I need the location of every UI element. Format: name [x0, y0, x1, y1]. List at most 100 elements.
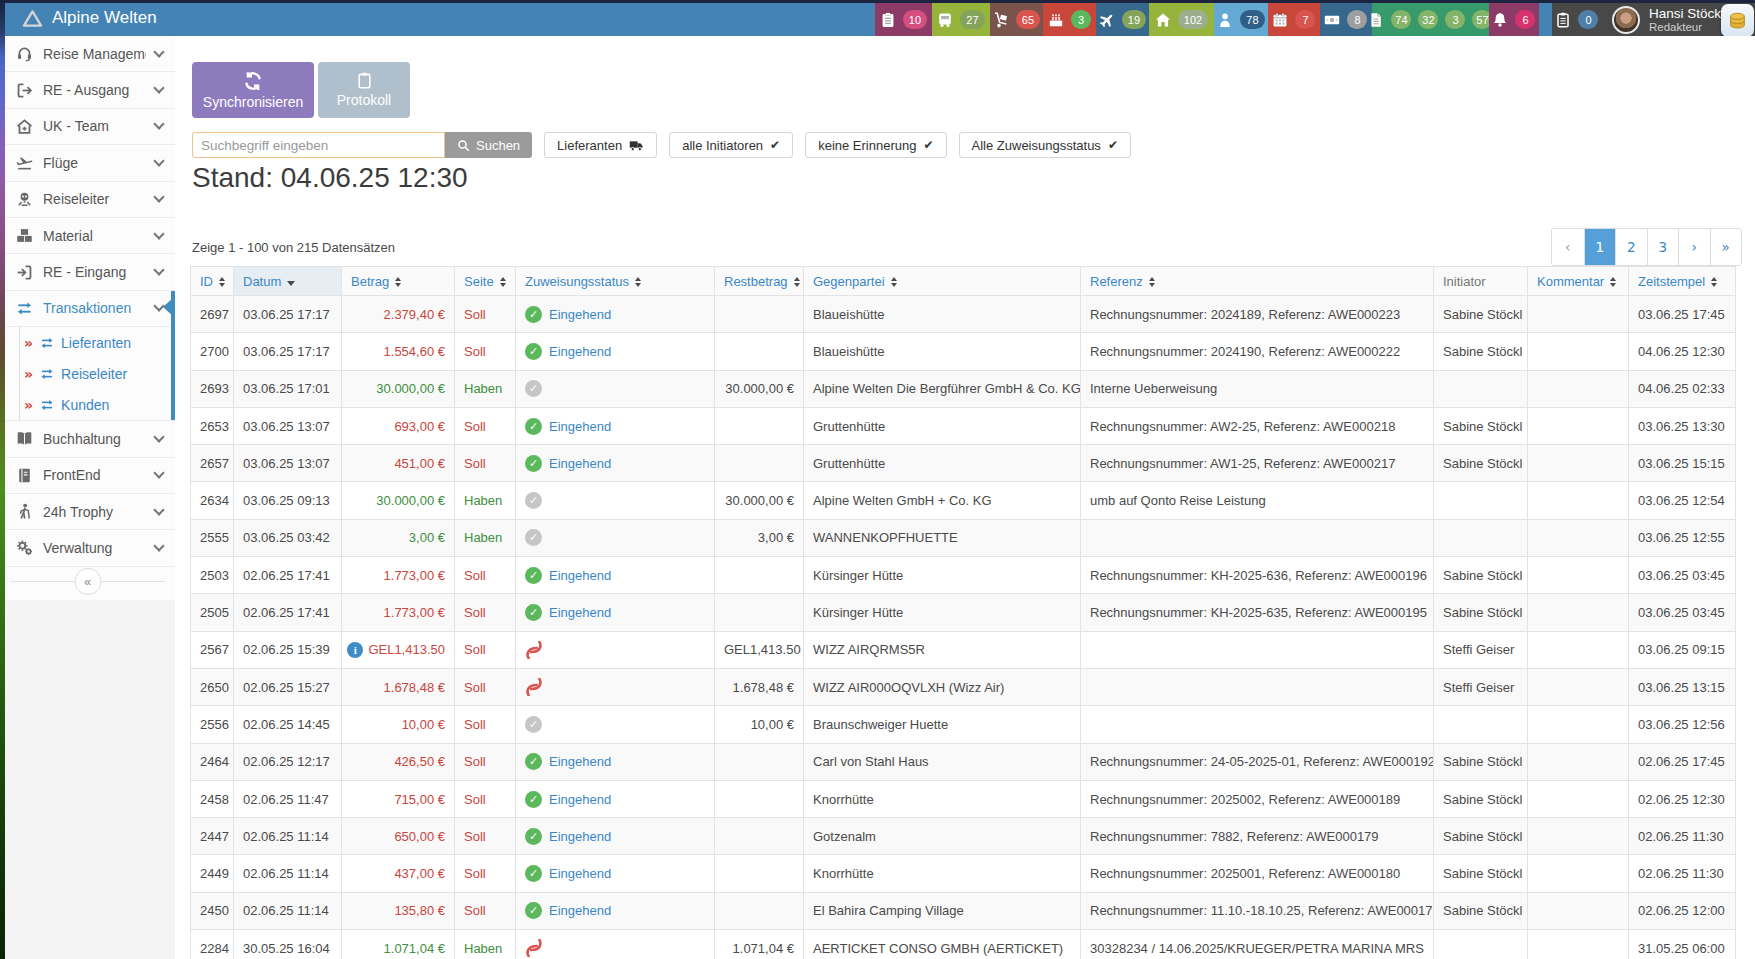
- table-row[interactable]: 2657 03.06.25 13:07 451,00 € Soll ✓Einge…: [191, 445, 1736, 482]
- sidebar-item-frontend[interactable]: FrontEnd: [0, 458, 175, 494]
- search-button[interactable]: Suchen: [445, 132, 532, 158]
- status-link[interactable]: Eingehend: [549, 605, 611, 620]
- topbar-module-clipboard-list[interactable]: 10: [875, 3, 932, 36]
- column-header-id[interactable]: ID: [191, 267, 234, 296]
- topbar-module-calendar[interactable]: 7: [1268, 3, 1320, 36]
- topbar-module-bus[interactable]: 27: [932, 3, 990, 36]
- column-header-restbetrag[interactable]: Restbetrag: [715, 267, 804, 296]
- table-row[interactable]: 2449 02.06.25 11:14 437,00 € Soll ✓Einge…: [191, 855, 1736, 892]
- filter-keine-erinnerung[interactable]: keine Erinnerung✔: [805, 132, 946, 158]
- sidebar-item-reiseleiter[interactable]: Reiseleiter: [0, 182, 175, 218]
- background-edge-strip: [0, 0, 5, 959]
- cell-initiator: [1434, 519, 1528, 556]
- table-row[interactable]: 2693 03.06.25 17:01 30.000,00 € Haben ✓ …: [191, 370, 1736, 407]
- table-row[interactable]: 2505 02.06.25 17:41 1.773,00 € Soll ✓Ein…: [191, 594, 1736, 631]
- protocol-button[interactable]: Protokoll: [318, 62, 410, 118]
- status-link[interactable]: Eingehend: [549, 456, 611, 471]
- table-row[interactable]: 2450 02.06.25 11:14 135,80 € Soll ✓Einge…: [191, 892, 1736, 929]
- topbar-module-person[interactable]: 78: [1214, 3, 1268, 36]
- table-row[interactable]: 2458 02.06.25 11:47 715,00 € Soll ✓Einge…: [191, 780, 1736, 817]
- column-header-betrag[interactable]: Betrag: [342, 267, 455, 296]
- table-row[interactable]: 2697 03.06.25 17:17 2.379,40 € Soll ✓Ein…: [191, 296, 1736, 333]
- topbar-module-bell[interactable]: 6: [1489, 3, 1539, 36]
- sidebar-item-fl-ge[interactable]: Flüge: [0, 145, 175, 181]
- cell-referenz: [1081, 706, 1434, 743]
- info-icon[interactable]: i: [347, 642, 363, 658]
- page-button-next[interactable]: ›: [1678, 229, 1710, 265]
- table-row[interactable]: 2447 02.06.25 11:14 650,00 € Soll ✓Einge…: [191, 818, 1736, 855]
- topbar-module-house[interactable]: 102: [1149, 3, 1214, 36]
- filter-alle-zuweisungsstatus[interactable]: Alle Zuweisungsstatus✔: [959, 132, 1131, 158]
- cell-zuweisungsstatus: ✓: [516, 482, 715, 519]
- table-row[interactable]: 2503 02.06.25 17:41 1.773,00 € Soll ✓Ein…: [191, 557, 1736, 594]
- column-header-gegenpartei[interactable]: Gegenpartei: [804, 267, 1081, 296]
- synchronize-button[interactable]: Synchronisieren: [192, 62, 314, 118]
- cell-seite: Soll: [455, 445, 516, 482]
- topbar-module-banknote[interactable]: 8: [1320, 3, 1372, 36]
- sidebar-item-verwaltung[interactable]: Verwaltung: [0, 530, 175, 566]
- table-row[interactable]: 2700 03.06.25 17:17 1.554,60 € Soll ✓Ein…: [191, 333, 1736, 370]
- sidebar-item-label: Reiseleiter: [43, 191, 146, 207]
- sidebar-subitem-lieferanten[interactable]: » Lieferanten: [0, 327, 175, 358]
- transfer-arrows-icon: [15, 300, 34, 317]
- status-link[interactable]: Eingehend: [549, 307, 611, 322]
- page-button-2[interactable]: 2: [1615, 229, 1647, 265]
- app-brand[interactable]: Alpine Welten: [22, 8, 157, 28]
- sidebar-item-re-ausgang[interactable]: RE - Ausgang: [0, 72, 175, 108]
- sort-icon: [1711, 277, 1717, 287]
- column-header-datum[interactable]: Datum: [234, 267, 342, 296]
- status-link[interactable]: Eingehend: [549, 866, 611, 881]
- column-header-kommentar[interactable]: Kommentar: [1528, 267, 1629, 296]
- table-row[interactable]: 2634 03.06.25 09:13 30.000,00 € Haben ✓ …: [191, 482, 1736, 519]
- cell-zuweisungsstatus: ✓Eingehend: [516, 445, 715, 482]
- status-link[interactable]: Eingehend: [549, 754, 611, 769]
- status-link[interactable]: Eingehend: [549, 344, 611, 359]
- cell-gegenpartei: Gotzenalm: [804, 818, 1081, 855]
- cell-id: 2634: [191, 482, 234, 519]
- column-header-referenz[interactable]: Referenz: [1081, 267, 1434, 296]
- coin-stack-icon[interactable]: [1721, 4, 1754, 37]
- search-icon: [457, 139, 470, 152]
- column-header-seite[interactable]: Seite: [455, 267, 516, 296]
- column-header-zeitstempel[interactable]: Zeitstempel: [1629, 267, 1736, 296]
- status-link[interactable]: Eingehend: [549, 568, 611, 583]
- cell-zeitstempel: 02.06.25 11:30: [1629, 855, 1736, 892]
- topbar-module-plane[interactable]: 19: [1096, 3, 1149, 36]
- column-header-zuweisungsstatus[interactable]: Zuweisungsstatus: [516, 267, 715, 296]
- status-link[interactable]: Eingehend: [549, 419, 611, 434]
- table-row[interactable]: 2556 02.06.25 14:45 10,00 € Soll ✓ 10,00…: [191, 706, 1736, 743]
- table-row[interactable]: 2650 02.06.25 15:27 1.678,48 € Soll 1.67…: [191, 668, 1736, 705]
- table-row[interactable]: 2464 02.06.25 12:17 426,50 € Soll ✓Einge…: [191, 743, 1736, 780]
- check-icon: ✔: [1108, 138, 1118, 152]
- status-link[interactable]: Eingehend: [549, 829, 611, 844]
- page-button-last[interactable]: »: [1710, 229, 1742, 265]
- sidebar-subitem-reiseleiter[interactable]: » Reiseleiter: [0, 358, 175, 389]
- page-button-1[interactable]: 1: [1584, 229, 1616, 265]
- badge-count: 6: [1515, 10, 1535, 29]
- page-button-3[interactable]: 3: [1647, 229, 1679, 265]
- sidebar-item-24h-trophy[interactable]: 24h Trophy: [0, 494, 175, 530]
- sidebar-item-transaktionen[interactable]: Transaktionen: [0, 291, 175, 327]
- page-button-prev[interactable]: ‹: [1552, 229, 1584, 265]
- table-row[interactable]: 2653 03.06.25 13:07 693,00 € Soll ✓Einge…: [191, 407, 1736, 444]
- sidebar-item-buchhaltung[interactable]: Buchhaltung: [0, 421, 175, 457]
- sidebar-item-uk-team[interactable]: UK - Team: [0, 109, 175, 145]
- topbar-module-hand-truck[interactable]: 65: [990, 3, 1043, 36]
- sidebar-collapse-button[interactable]: «: [74, 568, 101, 595]
- status-link[interactable]: Eingehend: [549, 903, 611, 918]
- sidebar-item-reise-management[interactable]: Reise Management: [0, 36, 175, 72]
- table-row[interactable]: 2555 03.06.25 03:42 3,00 € Haben ✓ 3,00 …: [191, 519, 1736, 556]
- filter-lieferanten[interactable]: Lieferanten: [544, 132, 657, 158]
- topbar-module-clipboard[interactable]: 0: [1552, 3, 1602, 36]
- sidebar-subitem-kunden[interactable]: » Kunden: [0, 389, 175, 420]
- table-row[interactable]: 2567 02.06.25 15:39 iGEL1,413.50 Soll GE…: [191, 631, 1736, 668]
- sort-icon: [794, 277, 800, 287]
- sidebar-item-material[interactable]: Material: [0, 218, 175, 254]
- search-input[interactable]: [192, 132, 445, 158]
- filter-alle-initiatoren[interactable]: alle Initiatoren✔: [669, 132, 793, 158]
- status-link[interactable]: Eingehend: [549, 792, 611, 807]
- topbar-module-documents[interactable]: 7432357: [1372, 3, 1489, 36]
- sidebar-item-re-eingang[interactable]: RE - Eingang: [0, 254, 175, 290]
- table-row[interactable]: 2284 30.05.25 16:04 1.071,04 € Haben 1.0…: [191, 930, 1736, 959]
- topbar-module-birthday-cake[interactable]: 3: [1043, 3, 1096, 36]
